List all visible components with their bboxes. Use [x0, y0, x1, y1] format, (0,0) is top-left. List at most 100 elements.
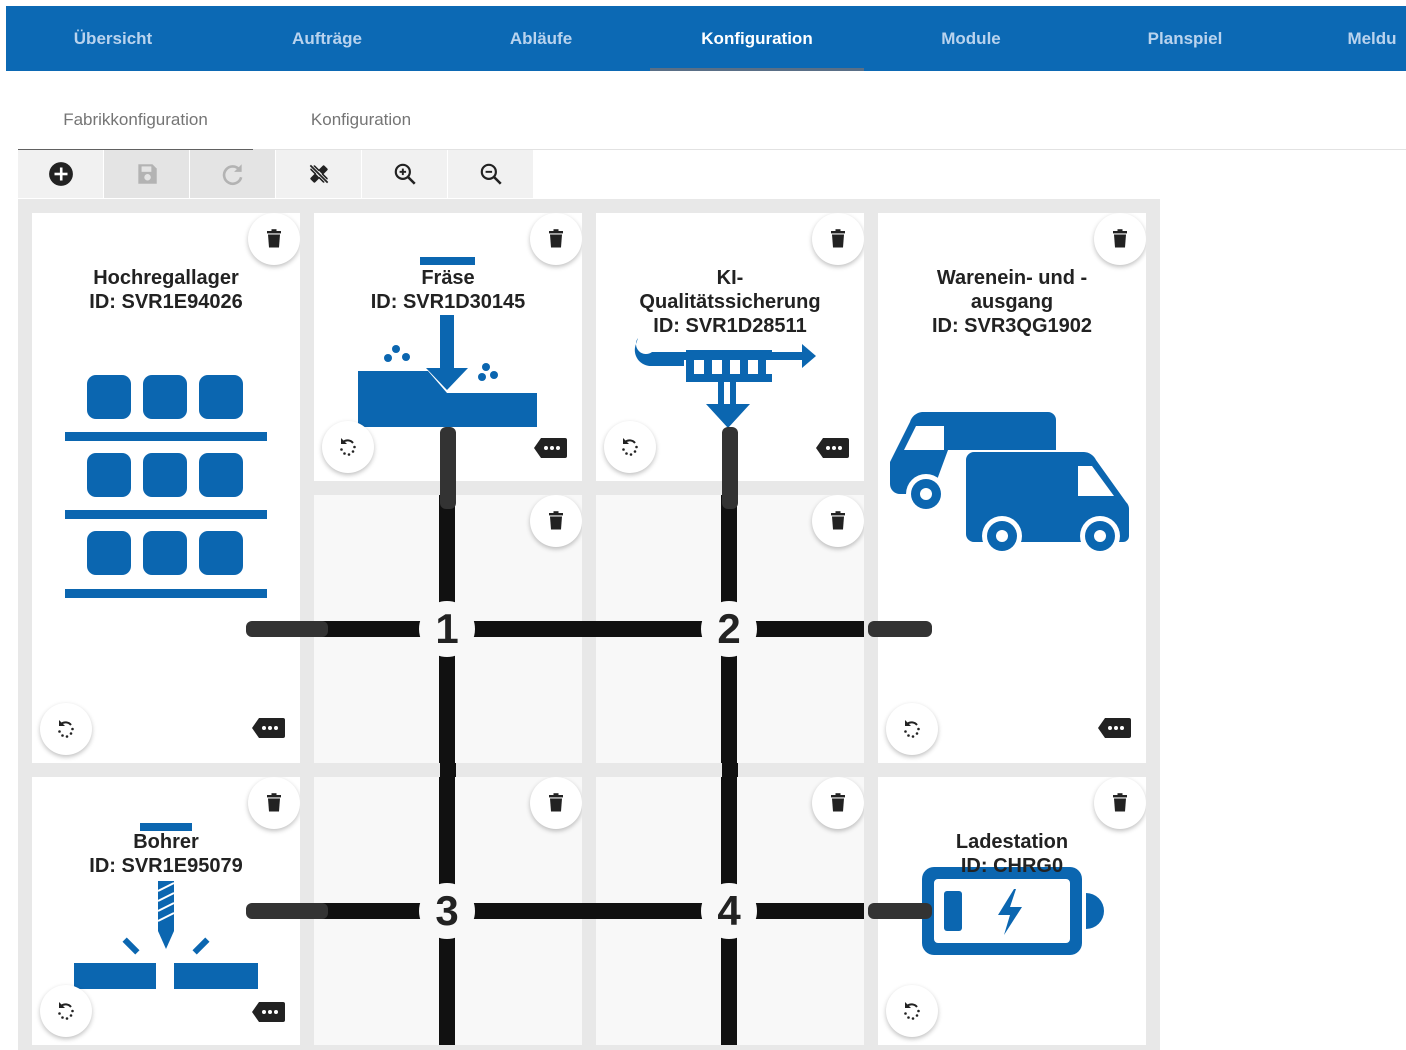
delete-module-button[interactable] [530, 213, 582, 265]
subtab-konfiguration[interactable]: Konfiguration [276, 90, 446, 150]
high-bay-warehouse-icon [65, 375, 267, 598]
nav-tab-meldungen[interactable]: Meldu [1292, 6, 1406, 71]
road-cell-4[interactable]: 4 [596, 777, 864, 1045]
module-name: Ladestation [955, 831, 1069, 853]
redo-icon [222, 164, 242, 186]
module-title: Warenein- und - ausgang ID: SVR3QG1902 [878, 266, 1146, 338]
delete-road-button[interactable] [530, 777, 582, 829]
tag-icon [252, 718, 285, 738]
track-link [582, 903, 596, 919]
connector-fraese [440, 427, 456, 509]
delivery-trucks-icon [890, 412, 1130, 556]
connector-ki [722, 427, 738, 509]
module-id: ID: CHRG0 [960, 855, 1064, 877]
zoom-in-icon [394, 163, 416, 185]
tag-icon [1098, 718, 1131, 738]
module-name: Fräse [421, 267, 475, 289]
rotate-icon [58, 1002, 74, 1020]
trash-icon [831, 793, 845, 812]
clear-grid-button[interactable] [276, 150, 362, 198]
rotate-module-button[interactable] [40, 703, 92, 755]
road-cell-3[interactable]: 3 [314, 777, 582, 1045]
factory-grid: Hochregallager ID: SVR1E94026 Fräse ID: … [18, 199, 1160, 1050]
module-label-button[interactable] [814, 433, 850, 463]
delete-road-button[interactable] [812, 777, 864, 829]
module-name-continued: ausgang [970, 291, 1054, 313]
rotate-icon [340, 438, 356, 456]
delete-module-button[interactable] [1094, 777, 1146, 829]
module-wareneingang-ausgang[interactable]: Warenein- und - ausgang ID: SVR3QG1902 [878, 213, 1146, 763]
rotate-module-button[interactable] [40, 985, 92, 1037]
trash-icon [1113, 793, 1127, 812]
module-label-button[interactable] [532, 433, 568, 463]
road-cell-1[interactable]: 1 [314, 495, 582, 763]
top-navigation: Übersicht Aufträge Abläufe Konfiguration… [6, 6, 1406, 71]
module-id: ID: SVR1E95079 [89, 855, 243, 877]
tag-icon [534, 438, 567, 458]
module-name: KI- [716, 267, 744, 289]
rotate-icon [58, 720, 74, 738]
rotate-module-button[interactable] [886, 703, 938, 755]
module-name: Hochregallager [93, 267, 239, 289]
delete-road-button[interactable] [530, 495, 582, 547]
delete-module-button[interactable] [248, 777, 300, 829]
module-title: KI- Qualitätssicherung ID: SVR1D28511 [596, 266, 864, 338]
trash-icon [831, 511, 845, 530]
nav-tab-konfiguration[interactable]: Konfiguration [650, 6, 864, 71]
subtab-fabrikkonfiguration[interactable]: Fabrikkonfiguration [18, 90, 253, 151]
connector-hochregallager [246, 621, 328, 637]
nav-tab-planspiel[interactable]: Planspiel [1078, 6, 1292, 71]
delete-module-button[interactable] [1094, 213, 1146, 265]
trash-icon [1113, 229, 1127, 248]
intersection-number: 1 [419, 601, 475, 657]
nav-tab-auftraege[interactable]: Aufträge [220, 6, 434, 71]
tag-icon [252, 1002, 285, 1022]
rotate-icon [622, 438, 638, 456]
tag-icon [816, 438, 849, 458]
nav-tab-ablaeufe[interactable]: Abläufe [434, 6, 648, 71]
ai-quality-check-icon [634, 338, 816, 428]
intersection-number: 3 [419, 883, 475, 939]
module-id: ID: SVR1D28511 [653, 315, 807, 337]
grid-toolbar [18, 150, 534, 198]
delete-module-button[interactable] [248, 213, 300, 265]
delete-module-button[interactable] [812, 213, 864, 265]
module-title: Ladestation ID: CHRG0 [878, 830, 1146, 878]
nav-tab-module[interactable]: Module [864, 6, 1078, 71]
connector-warenausgang [868, 621, 932, 637]
module-name: Warenein- und - [936, 267, 1088, 289]
module-label-button[interactable] [250, 713, 286, 743]
clear-grid-icon [308, 164, 329, 184]
module-title: Fräse ID: SVR1D30145 [314, 266, 582, 314]
road-cell-2[interactable]: 2 [596, 495, 864, 763]
save-button[interactable] [104, 150, 190, 198]
module-label-button[interactable] [1096, 713, 1132, 743]
intersection-number: 4 [701, 883, 757, 939]
add-circle-icon [48, 162, 73, 186]
trash-icon [549, 229, 563, 248]
nav-tab-uebersicht[interactable]: Übersicht [6, 6, 220, 71]
trash-icon [267, 793, 281, 812]
track-link [440, 763, 456, 777]
save-icon [137, 164, 157, 184]
trash-icon [549, 793, 563, 812]
intersection-number: 2 [701, 601, 757, 657]
module-name: Bohrer [133, 831, 199, 853]
zoom-out-button[interactable] [448, 150, 534, 198]
rotate-icon [904, 720, 920, 738]
delete-road-button[interactable] [812, 495, 864, 547]
rotate-module-button[interactable] [886, 985, 938, 1037]
module-label-button[interactable] [250, 997, 286, 1027]
charging-battery-icon [922, 867, 1104, 955]
rotate-module-button[interactable] [604, 421, 656, 473]
redo-button[interactable] [190, 150, 276, 198]
zoom-out-icon [480, 163, 502, 185]
module-id: ID: SVR3QG1902 [931, 315, 1093, 337]
add-module-button[interactable] [18, 150, 104, 198]
module-hochregallager[interactable]: Hochregallager ID: SVR1E94026 [32, 213, 300, 763]
zoom-in-button[interactable] [362, 150, 448, 198]
trash-icon [267, 229, 281, 248]
rotate-module-button[interactable] [322, 421, 374, 473]
track-link [722, 763, 738, 777]
trash-icon [831, 229, 845, 248]
